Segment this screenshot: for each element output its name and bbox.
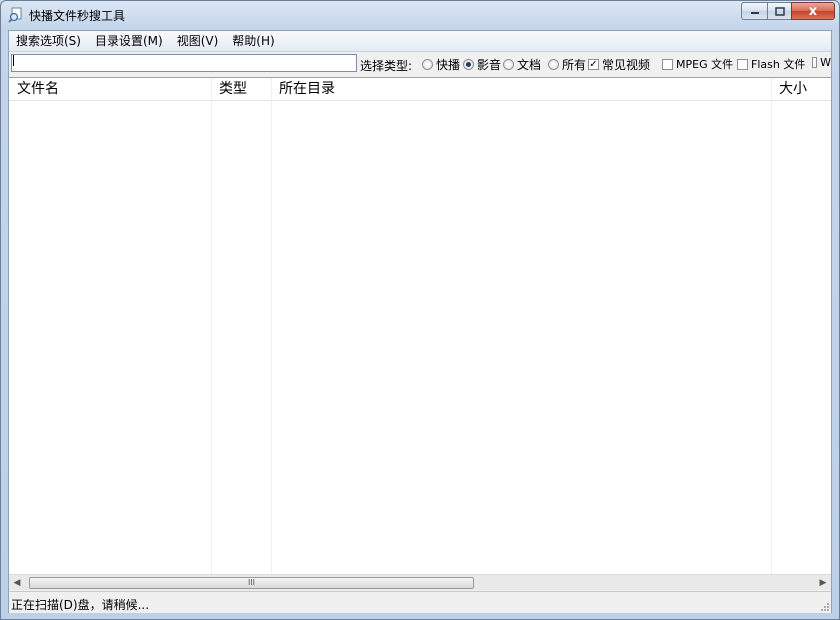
checkbox-label: W (820, 56, 831, 69)
menu-search-options[interactable]: 搜索选项(S) (9, 31, 88, 51)
close-button[interactable]: x (791, 2, 835, 20)
column-header-type[interactable]: 类型 (211, 78, 271, 100)
status-text: 正在扫描(D)盘，请稍候... (11, 598, 150, 612)
minimize-button[interactable] (741, 2, 767, 20)
checkbox-label: MPEG 文件 (676, 58, 734, 71)
scroll-right-icon[interactable]: ▶ (815, 575, 831, 590)
checkbox-flash[interactable]: Flash 文件 (737, 56, 805, 72)
menu-help[interactable]: 帮助(H) (225, 31, 281, 51)
results-list[interactable]: 文件名 类型 所在目录 大小 ◀ III ▶ (9, 77, 831, 590)
scroll-left-icon[interactable]: ◀ (9, 575, 25, 590)
radio-label: 文档 (517, 58, 542, 72)
radio-selected-icon (463, 59, 474, 70)
radio-label: 影音 (477, 58, 502, 72)
radio-label: 所有 (562, 58, 587, 72)
menu-directory-settings[interactable]: 目录设置(M) (88, 31, 170, 51)
maximize-button[interactable] (767, 2, 791, 20)
column-divider (211, 78, 212, 590)
column-divider (271, 78, 272, 590)
app-search-icon (8, 7, 22, 23)
minimize-icon (750, 12, 759, 14)
radio-icon (548, 59, 559, 70)
radio-icon (422, 59, 433, 70)
radio-all[interactable]: 所有 (548, 56, 586, 73)
column-header-filename[interactable]: 文件名 (9, 78, 211, 100)
status-bar: 正在扫描(D)盘，请稍候... (9, 591, 831, 613)
radio-label: 快播 (436, 58, 461, 72)
type-label: 选择类型: (360, 59, 413, 73)
scroll-thumb[interactable]: III (29, 577, 474, 589)
window-title: 快播文件秒搜工具 (29, 9, 126, 23)
menu-view[interactable]: 视图(V) (170, 31, 226, 51)
checkbox-common-video[interactable]: ✓ 常见视频 (588, 56, 650, 73)
checkbox-icon (737, 58, 748, 70)
text-caret (13, 55, 14, 66)
checkbox-icon (812, 57, 818, 68)
checkbox-label: Flash 文件 (751, 58, 806, 71)
horizontal-scrollbar[interactable]: ◀ III ▶ (9, 574, 831, 590)
app-window: 快播文件秒搜工具 x 搜索选项(S) 目录设置(M) 视图(V) 帮助(H) 选… (0, 0, 840, 620)
checkbox-icon (662, 58, 673, 70)
close-icon: x (808, 3, 818, 19)
checkbox-w[interactable]: W (812, 56, 831, 69)
client-area: 搜索选项(S) 目录设置(M) 视图(V) 帮助(H) 选择类型: 快播 影音 … (8, 30, 832, 613)
column-header-directory[interactable]: 所在目录 (271, 78, 771, 100)
checkbox-mpeg[interactable]: MPEG 文件 (662, 56, 733, 72)
radio-document[interactable]: 文档 (503, 56, 541, 73)
maximize-icon (774, 6, 785, 16)
title-bar[interactable]: 快播文件秒搜工具 x (1, 1, 839, 29)
search-input[interactable] (11, 54, 357, 72)
radio-kuaibo[interactable]: 快播 (422, 56, 460, 73)
checkbox-checked-icon: ✓ (588, 59, 599, 70)
filter-toolbar: 选择类型: 快播 影音 文档 所有 ✓ 常见视频 MPEG 文件 Flash 文… (9, 52, 831, 76)
checkbox-label: 常见视频 (602, 58, 651, 72)
radio-media[interactable]: 影音 (463, 56, 501, 73)
radio-icon (503, 59, 514, 70)
list-header: 文件名 类型 所在目录 大小 (9, 78, 831, 101)
menu-bar: 搜索选项(S) 目录设置(M) 视图(V) 帮助(H) (9, 31, 831, 52)
column-header-size[interactable]: 大小 (771, 78, 831, 100)
column-divider (771, 78, 772, 590)
resize-grip-icon[interactable] (819, 601, 829, 611)
